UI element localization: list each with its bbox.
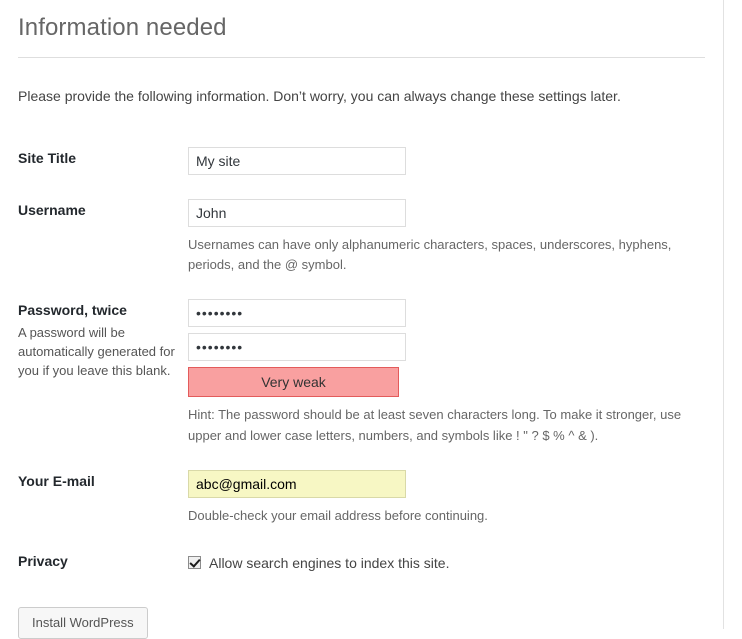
email-description: Double-check your email address before c…: [188, 507, 488, 523]
email-cell: Double-check your email address before c…: [188, 458, 705, 538]
username-input[interactable]: [188, 199, 406, 228]
privacy-label-text: Privacy: [18, 552, 68, 569]
email-label-text: Your E-mail: [18, 472, 95, 489]
form-row-username: Username Usernames can have only alphanu…: [18, 187, 705, 287]
setup-form: Site Title Username Usernames can have o…: [18, 135, 705, 585]
search-engine-index-label: Allow search engines to index this site.: [209, 554, 450, 571]
form-row-email: Your E-mail Double-check your email addr…: [18, 458, 705, 538]
installation-page: Information needed Please provide the fo…: [0, 0, 742, 639]
form-row-site-title: Site Title: [18, 135, 705, 187]
username-label-text: Username: [18, 202, 86, 219]
site-title-label: Site Title: [18, 135, 188, 187]
content-area: Information needed Please provide the fo…: [0, 0, 723, 639]
password-description: Hint: The password should be at least se…: [188, 407, 682, 443]
password-strength-indicator: Very weak: [188, 367, 399, 398]
privacy-label: Privacy: [18, 538, 188, 586]
search-engine-index-checkbox[interactable]: [188, 556, 201, 570]
password-label: Password, twice A password will be autom…: [18, 287, 188, 457]
site-title-cell: [188, 135, 705, 187]
username-cell: Usernames can have only alphanumeric cha…: [188, 187, 705, 287]
content-container-edge: [723, 0, 724, 629]
email-label: Your E-mail: [18, 458, 188, 538]
privacy-cell: Allow search engines to index this site.: [188, 538, 705, 586]
email-input[interactable]: [188, 469, 406, 498]
password-label-text: Password, twice: [18, 302, 127, 319]
form-row-password: Password, twice A password will be autom…: [18, 287, 705, 457]
username-description: Usernames can have only alphanumeric cha…: [188, 237, 672, 273]
submit-row: Install WordPress: [18, 585, 705, 639]
password-input[interactable]: [188, 299, 406, 328]
username-label: Username: [18, 187, 188, 287]
page-title: Information needed: [18, 14, 227, 41]
password-label-note: A password will be automatically generat…: [18, 325, 175, 378]
password-cell: Very weak Hint: The password should be a…: [188, 287, 705, 457]
password-repeat-input[interactable]: [188, 333, 406, 362]
privacy-checkbox-row: Allow search engines to index this site.: [188, 550, 695, 572]
install-wordpress-button[interactable]: Install WordPress: [18, 607, 148, 639]
intro-text: Please provide the following information…: [18, 88, 621, 105]
site-title-input[interactable]: [188, 147, 406, 176]
form-row-privacy: Privacy Allow search engines to index th…: [18, 538, 705, 586]
title-divider: [18, 57, 705, 59]
site-title-label-text: Site Title: [18, 150, 77, 167]
